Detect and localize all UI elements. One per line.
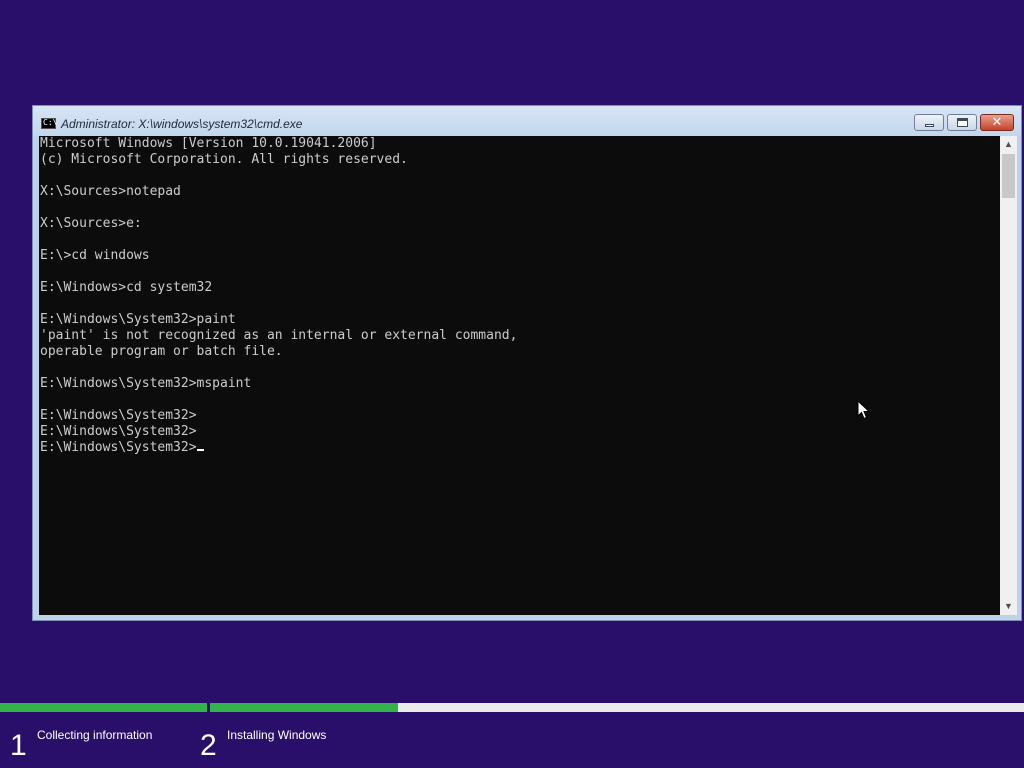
cmd-window[interactable]: C:\ Administrator: X:\windows\system32\c… (32, 105, 1022, 621)
console-line: E:\Windows\System32>paint (40, 312, 236, 327)
vertical-scrollbar[interactable]: ▲ ▼ (1000, 136, 1017, 615)
minimize-button[interactable] (914, 114, 944, 131)
cmd-icon[interactable]: C:\ (41, 118, 57, 129)
mouse-pointer-icon (857, 400, 871, 420)
window-title: Administrator: X:\windows\system32\cmd.e… (61, 117, 303, 131)
console-line: (c) Microsoft Corporation. All rights re… (40, 152, 408, 167)
console-line: 'paint' is not recognized as an internal… (40, 328, 518, 343)
minimize-icon (925, 124, 934, 127)
console-line: E:\Windows\System32>mspaint (40, 376, 252, 391)
step-label: Collecting information (37, 728, 153, 742)
console-line: X:\Sources>e: (40, 216, 142, 231)
text-cursor (196, 449, 204, 451)
console-text: Microsoft Windows [Version 10.0.19041.20… (40, 136, 517, 456)
setup-background: C:\ Administrator: X:\windows\system32\c… (0, 0, 1024, 768)
progress-step-2-fill (210, 703, 398, 712)
scroll-down-arrow-icon[interactable]: ▼ (1000, 598, 1017, 615)
title-bar[interactable]: C:\ Administrator: X:\windows\system32\c… (33, 106, 1021, 136)
console-line: Microsoft Windows [Version 10.0.19041.20… (40, 136, 377, 151)
console-output[interactable]: Microsoft Windows [Version 10.0.19041.20… (39, 136, 1000, 615)
step-number: 1 (10, 729, 27, 762)
setup-progress-bar (0, 703, 1024, 712)
scrollbar-thumb[interactable] (1002, 154, 1015, 198)
close-button[interactable]: ✕ (980, 114, 1014, 131)
console-line: X:\Sources>notepad (40, 184, 181, 199)
console-line: E:\Windows>cd system32 (40, 280, 213, 295)
console-line: E:\Windows\System32> (40, 440, 517, 456)
scroll-up-arrow-icon[interactable]: ▲ (1000, 136, 1017, 153)
console-line: E:\>cd windows (40, 248, 150, 263)
close-icon: ✕ (991, 115, 1003, 130)
maximize-icon (957, 118, 968, 127)
progress-step-1-fill (0, 703, 207, 712)
maximize-button[interactable] (947, 114, 977, 131)
console-line: operable program or batch file. (40, 344, 283, 359)
console-line: E:\Windows\System32> (40, 408, 197, 423)
step-number: 2 (200, 729, 217, 762)
step-label: Installing Windows (227, 728, 327, 742)
console-line: E:\Windows\System32> (40, 424, 197, 439)
